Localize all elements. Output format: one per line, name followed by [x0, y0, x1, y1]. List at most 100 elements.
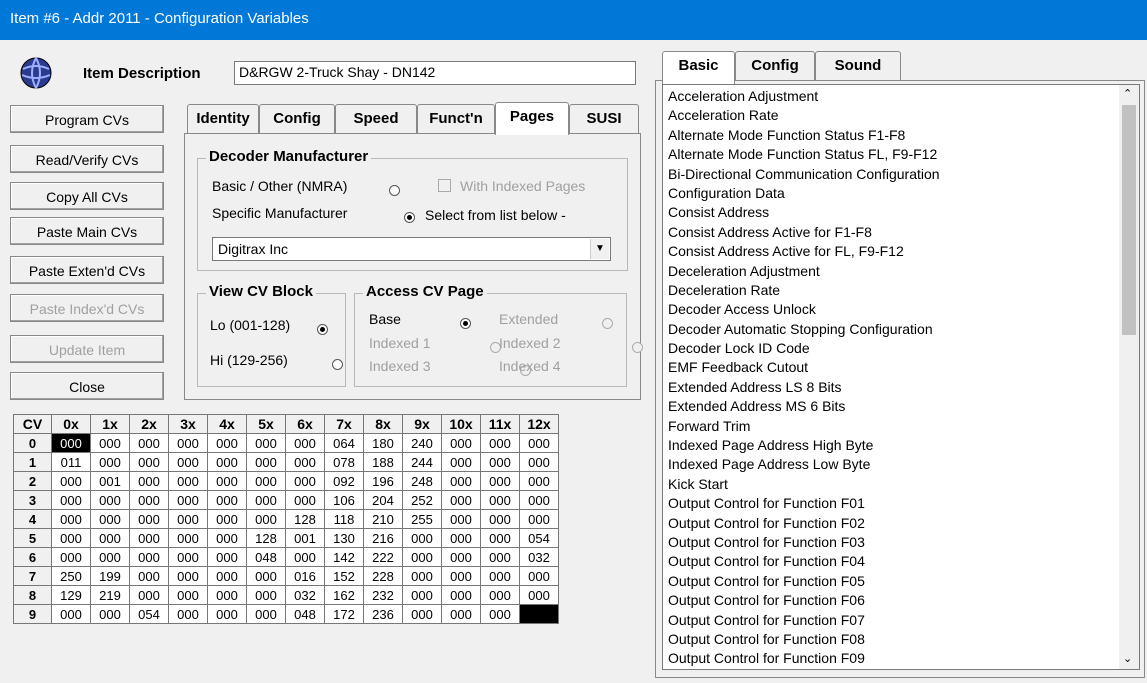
tab-susi[interactable]: SUSI [569, 104, 639, 134]
cv-value-cell[interactable]: 000 [441, 452, 481, 472]
cv-value-cell[interactable]: 000 [168, 585, 208, 605]
cv-value-cell[interactable]: 000 [207, 604, 247, 624]
cv-value-cell[interactable]: 000 [207, 585, 247, 605]
cv-value-cell[interactable]: 001 [285, 528, 325, 548]
cv-name-list-item[interactable]: Output Control for Function F06 [668, 591, 1139, 610]
cv-value-cell[interactable]: 204 [363, 490, 403, 510]
cv-value-cell[interactable]: 000 [51, 490, 91, 510]
cv-name-list-item[interactable]: Output Control for Function F05 [668, 572, 1139, 591]
cv-value-cell[interactable]: 048 [246, 547, 286, 567]
tab-basic[interactable]: Basic [662, 51, 735, 84]
cv-name-list-item[interactable]: Deceleration Adjustment [668, 262, 1139, 281]
cv-value-cell[interactable]: 054 [129, 604, 169, 624]
cv-name-list-item[interactable]: Acceleration Rate [668, 106, 1139, 125]
cv-value-cell[interactable]: 244 [402, 452, 442, 472]
cv-value-cell[interactable]: 000 [480, 471, 520, 491]
cv-name-list-item[interactable]: Decoder Access Unlock [668, 300, 1139, 319]
with-indexed-pages-checkbox[interactable] [438, 179, 451, 192]
cv-value-cell[interactable]: 000 [519, 585, 559, 605]
cv-value-cell[interactable]: 000 [168, 547, 208, 567]
cv-value-cell[interactable]: 210 [363, 509, 403, 529]
cv-value-cell[interactable]: 000 [480, 528, 520, 548]
cv-value-cell[interactable]: 000 [246, 566, 286, 586]
cv-name-list-item[interactable]: Indexed Page Address Low Byte [668, 455, 1139, 474]
cv-value-cell[interactable]: 000 [285, 471, 325, 491]
cv-name-list-item[interactable]: Output Control for Function F07 [668, 611, 1139, 630]
tab-functn[interactable]: Funct'n [417, 104, 495, 134]
cv-names-list[interactable]: Acceleration Adjustment Acceleration Rate… [662, 84, 1140, 670]
cv-value-cell[interactable]: 180 [363, 433, 403, 453]
tab-right-config[interactable]: Config [735, 51, 815, 81]
cv-value-cell[interactable]: 240 [402, 433, 442, 453]
cv-name-list-item[interactable]: Output Control for Function F09 [668, 649, 1139, 668]
cv-value-cell[interactable]: 199 [90, 566, 130, 586]
cv-name-list-item[interactable]: Kick Start [668, 475, 1139, 494]
cv-value-cell[interactable]: 000 [441, 585, 481, 605]
cv-name-list-item[interactable]: Forward Trim [668, 417, 1139, 436]
cv-name-list-item[interactable]: Bi-Directional Communication Configurati… [668, 165, 1139, 184]
cv-value-cell[interactable]: 106 [324, 490, 364, 510]
cv-value-cell[interactable]: 000 [90, 452, 130, 472]
cv-value-cell[interactable]: 000 [207, 433, 247, 453]
copy-all-cvs-button[interactable]: Copy All CVs [10, 182, 164, 210]
cv-value-cell[interactable]: 000 [90, 490, 130, 510]
cv-name-list-item[interactable]: Deceleration Rate [668, 281, 1139, 300]
cv-value-cell[interactable]: 000 [51, 509, 91, 529]
paste-indexed-cvs-button[interactable]: Paste Index'd CVs [10, 294, 164, 322]
cv-value-cell[interactable]: 000 [129, 433, 169, 453]
cv-name-list-item[interactable]: Alternate Mode Function Status F1-F8 [668, 126, 1139, 145]
cv-value-cell[interactable]: 000 [90, 528, 130, 548]
cv-value-cell[interactable]: 078 [324, 452, 364, 472]
hi-block-radio[interactable] [331, 358, 343, 370]
read-verify-cvs-button[interactable]: Read/Verify CVs [10, 145, 164, 173]
cv-value-cell[interactable]: 000 [402, 585, 442, 605]
cv-value-cell[interactable]: 000 [129, 547, 169, 567]
cv-value-cell[interactable]: 000 [168, 566, 208, 586]
cv-value-cell[interactable]: 162 [324, 585, 364, 605]
cv-value-cell[interactable]: 188 [363, 452, 403, 472]
tab-pages[interactable]: Pages [495, 102, 569, 135]
cv-value-cell[interactable]: 000 [90, 547, 130, 567]
cv-name-list-item[interactable]: Consist Address [668, 203, 1139, 222]
cv-name-list-item[interactable]: Output Control for Function F01 [668, 494, 1139, 513]
cv-value-cell[interactable]: 000 [168, 452, 208, 472]
cv-name-list-item[interactable]: Output Control for Function F03 [668, 533, 1139, 552]
cv-value-cell[interactable]: 000 [129, 509, 169, 529]
cv-value-cell[interactable]: 000 [246, 509, 286, 529]
cv-value-cell[interactable]: 000 [285, 452, 325, 472]
cv-value-cell[interactable]: 216 [363, 528, 403, 548]
cv-value-cell[interactable]: 000 [129, 490, 169, 510]
tab-sound[interactable]: Sound [815, 51, 901, 81]
cv-value-cell[interactable]: 000 [519, 452, 559, 472]
cv-value-cell[interactable]: 032 [519, 547, 559, 567]
cv-value-cell[interactable]: 000 [441, 490, 481, 510]
cv-value-cell[interactable]: 032 [285, 585, 325, 605]
cv-value-cell[interactable]: 000 [480, 490, 520, 510]
cv-value-cell[interactable]: 000 [519, 433, 559, 453]
cv-name-list-item[interactable]: Consist Address Active for F1-F8 [668, 223, 1139, 242]
cv-value-cell[interactable]: 000 [207, 490, 247, 510]
paste-main-cvs-button[interactable]: Paste Main CVs [10, 217, 164, 245]
scroll-down-icon[interactable]: ⌄ [1123, 652, 1132, 665]
cv-name-list-item[interactable]: Output Control for Function F04 [668, 552, 1139, 571]
cv-name-list-item[interactable]: Configuration Data [668, 184, 1139, 203]
cv-value-cell[interactable]: 000 [90, 509, 130, 529]
cv-value-cell[interactable]: 054 [519, 528, 559, 548]
cv-value-cell[interactable]: 000 [90, 433, 130, 453]
cv-value-cell[interactable]: 000 [402, 566, 442, 586]
cv-value-cell[interactable]: 000 [246, 433, 286, 453]
cv-value-cell[interactable]: 236 [363, 604, 403, 624]
cv-value-cell[interactable]: 000 [168, 604, 208, 624]
cv-name-list-item[interactable]: Decoder Lock ID Code [668, 339, 1139, 358]
cv-value-cell[interactable]: 222 [363, 547, 403, 567]
cv-value-cell[interactable]: 000 [480, 604, 520, 624]
cv-value-cell[interactable]: 000 [168, 509, 208, 529]
cv-value-cell[interactable]: 000 [480, 547, 520, 567]
cv-value-cell[interactable]: 196 [363, 471, 403, 491]
cv-value-cell[interactable]: 118 [324, 509, 364, 529]
cv-value-cell[interactable]: 000 [246, 471, 286, 491]
cv-name-list-item[interactable]: EMF Feedback Cutout [668, 358, 1139, 377]
tab-speed[interactable]: Speed [335, 104, 417, 134]
lo-block-radio[interactable] [317, 323, 328, 335]
cv-value-cell[interactable]: 092 [324, 471, 364, 491]
